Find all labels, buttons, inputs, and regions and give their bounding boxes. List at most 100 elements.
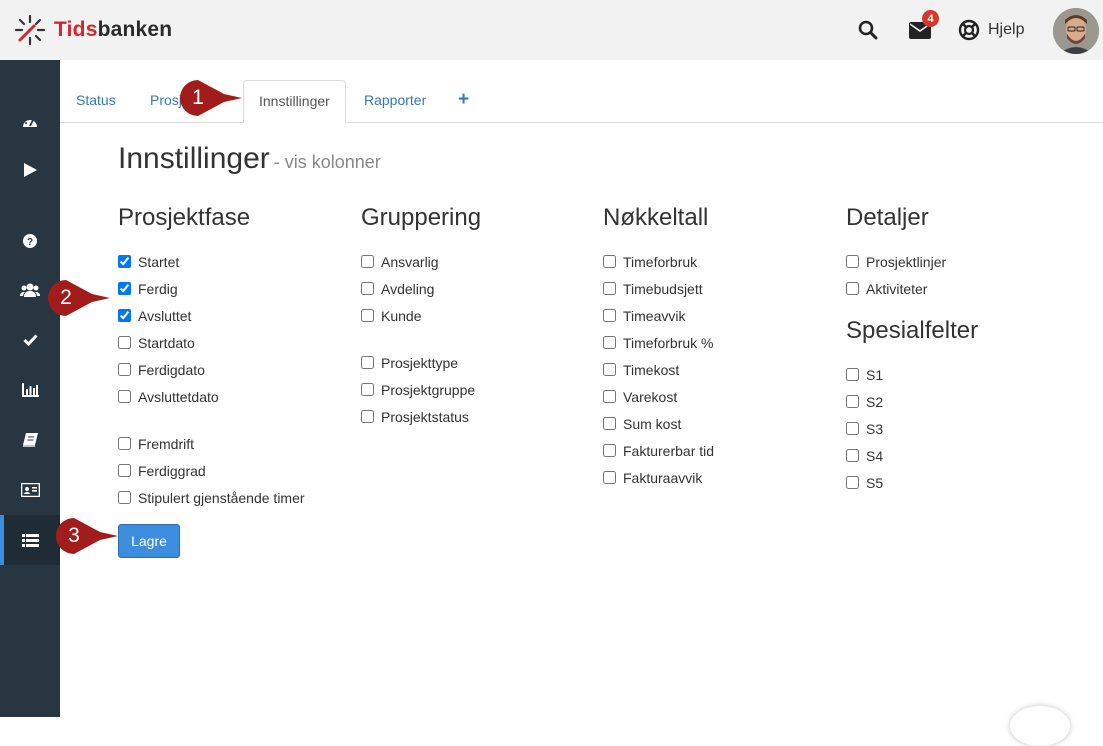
checkbox-row[interactable]: Timeforbruk xyxy=(603,248,714,275)
checkbox-row[interactable]: Ferdigdato xyxy=(118,356,305,383)
checkbox-label: Timebudsjett xyxy=(623,280,703,297)
column-checkbox[interactable] xyxy=(361,383,374,396)
column-checkbox[interactable] xyxy=(846,422,859,435)
column-checkbox[interactable] xyxy=(603,282,616,295)
checkbox-row[interactable]: S2 xyxy=(846,388,978,415)
column-checkbox[interactable] xyxy=(603,444,616,457)
checkbox-row[interactable]: Startdato xyxy=(118,329,305,356)
column-checkbox[interactable] xyxy=(846,476,859,489)
checkbox-row[interactable]: Avsluttetdato xyxy=(118,383,305,410)
checkbox-row[interactable]: Ferdig xyxy=(118,275,305,302)
checkbox-row[interactable]: Timeavvik xyxy=(603,302,714,329)
column-checkbox[interactable] xyxy=(118,390,131,403)
checkbox-label: Stipulert gjenstående timer xyxy=(138,489,305,506)
checkbox-row[interactable]: Timeforbruk % xyxy=(603,329,714,356)
checkbox-label: S1 xyxy=(866,366,884,383)
column-checkbox[interactable] xyxy=(118,491,131,504)
checkbox-row[interactable]: Fakturerbar tid xyxy=(603,437,714,464)
column-checkbox[interactable] xyxy=(846,395,859,408)
search-button[interactable] xyxy=(856,18,880,42)
add-tab-button[interactable]: + xyxy=(458,80,469,120)
tab-status[interactable]: Status xyxy=(61,80,131,120)
column-checkbox[interactable] xyxy=(118,282,131,295)
column-checkbox[interactable] xyxy=(118,309,131,322)
checkbox-row[interactable]: Varekost xyxy=(603,383,714,410)
checkbox-label: Timeforbruk % xyxy=(623,334,714,351)
column-checkbox[interactable] xyxy=(361,410,374,423)
callout-marker-1: 1 xyxy=(178,78,242,118)
app-logo[interactable]: Tidsbanken xyxy=(14,14,172,46)
checkbox-row[interactable]: Ansvarlig xyxy=(361,248,481,275)
checkbox-row[interactable]: Avdeling xyxy=(361,275,481,302)
checkbox-row[interactable]: Sum kost xyxy=(603,410,714,437)
checkbox-row[interactable]: Aktiviteter xyxy=(846,275,978,302)
checkbox-row[interactable]: Prosjektlinjer xyxy=(846,248,978,275)
help-button[interactable]: Hjelp xyxy=(958,18,1024,42)
checkbox-row[interactable]: S5 xyxy=(846,469,978,496)
checkbox-row[interactable]: Timebudsjett xyxy=(603,275,714,302)
column-checkbox[interactable] xyxy=(603,363,616,376)
id-card-icon xyxy=(20,483,40,497)
messages-button[interactable]: 4 xyxy=(908,10,939,42)
checkbox-row[interactable]: Stipulert gjenstående timer xyxy=(118,484,305,511)
column-checkbox[interactable] xyxy=(118,336,131,349)
sidebar-item-reports[interactable] xyxy=(0,365,60,415)
user-avatar[interactable] xyxy=(1053,8,1099,54)
sidebar-item-help[interactable]: ? xyxy=(0,216,60,266)
checkbox-row[interactable]: Timekost xyxy=(603,356,714,383)
checkbox-label: Prosjektstatus xyxy=(381,408,469,425)
checkbox-row[interactable]: Prosjekttype xyxy=(361,349,481,376)
column-checkbox[interactable] xyxy=(603,417,616,430)
column-checkbox[interactable] xyxy=(603,309,616,322)
sidebar-item-approve[interactable] xyxy=(0,315,60,365)
checkbox-row[interactable]: Fremdrift xyxy=(118,430,305,457)
question-icon: ? xyxy=(23,234,37,248)
sidebar-item-projects[interactable] xyxy=(0,515,60,565)
sidebar-item-employees[interactable] xyxy=(0,465,60,515)
checkbox-row[interactable]: Startet xyxy=(118,248,305,275)
sidebar-item-play[interactable] xyxy=(0,145,60,195)
tab-rapporter[interactable]: Rapporter xyxy=(349,80,441,120)
sidebar-item-dashboard[interactable] xyxy=(0,97,60,147)
checkbox-row[interactable]: Fakturaavvik xyxy=(603,464,714,491)
column-checkbox[interactable] xyxy=(846,282,859,295)
section-heading-gruppering: Gruppering xyxy=(361,204,482,231)
user-photo-icon xyxy=(1053,8,1099,54)
checkbox-row[interactable]: S1 xyxy=(846,361,978,388)
column-checkbox[interactable] xyxy=(603,471,616,484)
column-checkbox[interactable] xyxy=(846,368,859,381)
column-checkbox[interactable] xyxy=(603,255,616,268)
column-checkbox[interactable] xyxy=(361,309,374,322)
column-checkbox[interactable] xyxy=(361,356,374,369)
column-checkbox[interactable] xyxy=(118,464,131,477)
column-checkbox[interactable] xyxy=(603,336,616,349)
top-bar: Tidsbanken 4 Hjelp xyxy=(0,0,1103,60)
chat-launcher-button[interactable] xyxy=(1010,706,1070,746)
column-checkbox[interactable] xyxy=(118,255,131,268)
checkbox-label: Sum kost xyxy=(623,415,682,432)
checkbox-row[interactable]: Ferdiggrad xyxy=(118,457,305,484)
checkbox-row[interactable]: Prosjektgruppe xyxy=(361,376,481,403)
tab-innstillinger[interactable]: Innstillinger xyxy=(243,80,346,123)
checkbox-row[interactable]: Prosjektstatus xyxy=(361,403,481,430)
column-checkbox[interactable] xyxy=(603,390,616,403)
checkbox-label: Avdeling xyxy=(381,280,435,297)
checkbox-label: Avsluttet xyxy=(138,307,192,324)
checkbox-row[interactable]: S4 xyxy=(846,442,978,469)
column-checkbox[interactable] xyxy=(118,363,131,376)
checkbox-label: Timeavvik xyxy=(623,307,686,324)
section-heading-detaljer: Detaljer xyxy=(846,204,929,231)
checkbox-row[interactable]: Kunde xyxy=(361,302,481,329)
column-checkbox[interactable] xyxy=(118,437,131,450)
save-button[interactable]: Lagre xyxy=(118,524,180,558)
column-checkbox[interactable] xyxy=(361,255,374,268)
column-checkbox[interactable] xyxy=(846,449,859,462)
column-checkbox[interactable] xyxy=(846,255,859,268)
book-icon xyxy=(22,433,38,447)
column-checkbox[interactable] xyxy=(361,282,374,295)
checkbox-label: Kunde xyxy=(381,307,422,324)
checkbox-row[interactable]: Avsluttet xyxy=(118,302,305,329)
sidebar-item-book[interactable] xyxy=(0,415,60,465)
checkbox-row[interactable]: S3 xyxy=(846,415,978,442)
checkbox-label: S3 xyxy=(866,420,884,437)
